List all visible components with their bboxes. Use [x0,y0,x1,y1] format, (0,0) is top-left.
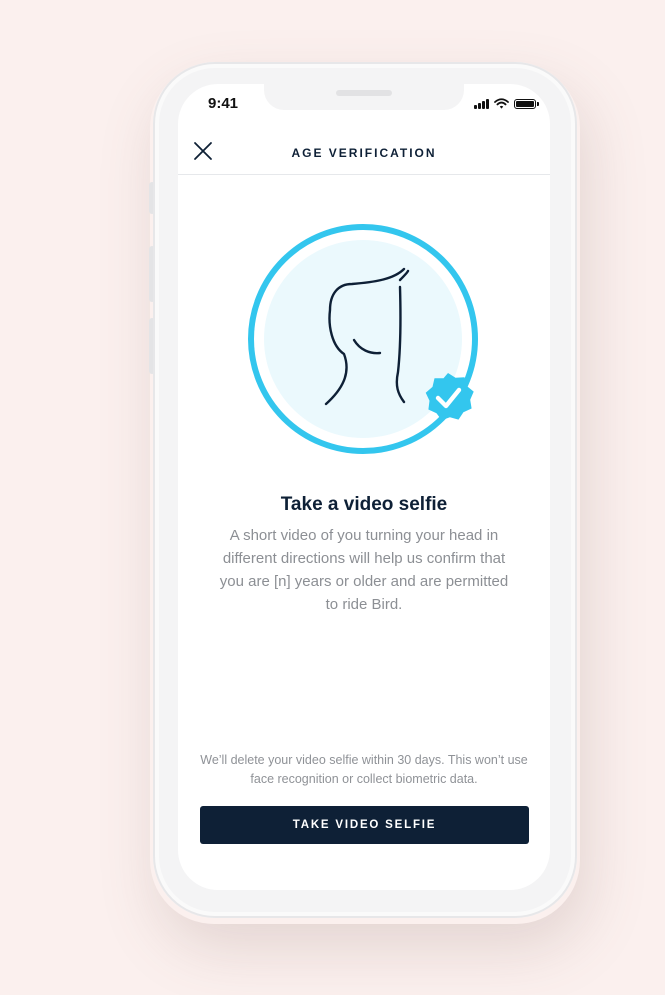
content-description: A short video of you turning your head i… [219,527,509,613]
take-video-selfie-button[interactable]: TAKE VIDEO SELFIE [200,806,529,844]
status-icons [474,98,539,109]
selfie-illustration [248,224,478,454]
notch [264,84,464,110]
signal-icon [474,98,489,109]
nav-header: AGE VERIFICATION [178,126,550,175]
wifi-icon [494,98,509,109]
speaker [336,90,392,96]
page-title: AGE VERIFICATION [291,146,437,160]
phone-screen: 9:41 AGE VERIFICATION Take a video selfi… [178,84,550,890]
privacy-note: We’ll delete your video selfie within 30… [200,753,528,786]
status-time: 9:41 [208,95,239,112]
battery-icon [514,98,539,109]
content-title: Take a video selfie [280,494,448,515]
